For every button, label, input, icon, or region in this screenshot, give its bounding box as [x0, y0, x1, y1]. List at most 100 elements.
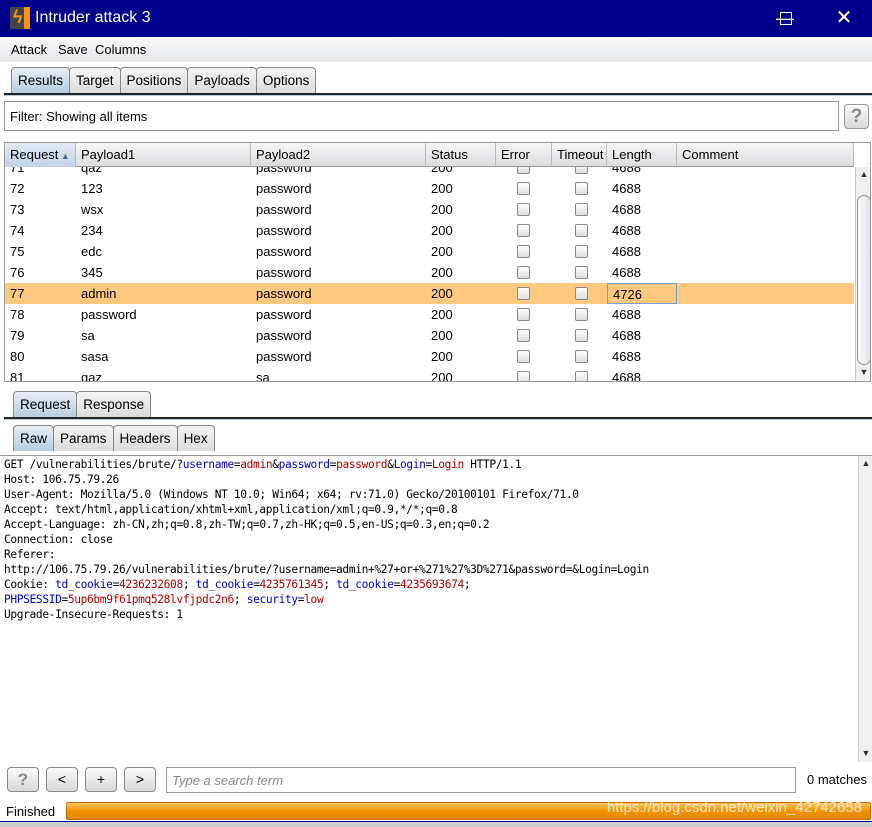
- scroll-up-icon[interactable]: ▲: [856, 169, 870, 183]
- timeout-checkbox[interactable]: [575, 266, 588, 279]
- error-checkbox[interactable]: [517, 266, 530, 279]
- table-row[interactable]: 71 qaz password 200 4688: [5, 167, 854, 178]
- cell-payload1: qaz: [81, 167, 102, 175]
- tab-request[interactable]: Request: [13, 391, 78, 417]
- param-name: td_cookie: [195, 578, 254, 591]
- table-row[interactable]: 72 123 password 200 4688: [5, 178, 854, 199]
- request-line: User-Agent: Mozilla/5.0 (Windows NT 10.0…: [4, 487, 649, 502]
- cell-payload2: password: [256, 349, 312, 364]
- error-checkbox[interactable]: [517, 182, 530, 195]
- scroll-down-icon[interactable]: ▼: [859, 748, 872, 762]
- timeout-checkbox[interactable]: [575, 329, 588, 342]
- close-button[interactable]: ✕: [824, 6, 864, 32]
- timeout-checkbox[interactable]: [575, 308, 588, 321]
- tab-positions[interactable]: Positions: [119, 67, 189, 93]
- request-text: ;: [463, 578, 471, 591]
- filter-help-button[interactable]: ?: [844, 104, 869, 129]
- table-row[interactable]: 79 sa password 200 4688: [5, 325, 854, 346]
- search-help-button[interactable]: ?: [7, 767, 39, 792]
- cell-status: 200: [431, 349, 453, 364]
- table-row[interactable]: 80 sasa password 200 4688: [5, 346, 854, 367]
- table-row[interactable]: 74 234 password 200 4688: [5, 220, 854, 241]
- cell-comment: [677, 199, 854, 220]
- timeout-checkbox[interactable]: [575, 224, 588, 237]
- timeout-checkbox[interactable]: [575, 287, 588, 300]
- table-row[interactable]: 76 345 password 200 4688: [5, 262, 854, 283]
- column-header-status[interactable]: Status: [426, 143, 496, 167]
- cell-request: 80: [10, 349, 25, 364]
- cell-payload2: password: [256, 181, 312, 196]
- maximize-button[interactable]: [780, 12, 792, 25]
- timeout-checkbox[interactable]: [575, 245, 588, 258]
- column-header-payload1[interactable]: Payload1: [76, 143, 251, 167]
- error-checkbox[interactable]: [517, 224, 530, 237]
- cell-request: 74: [10, 223, 25, 238]
- filter-bar[interactable]: Filter: Showing all items: [4, 101, 839, 131]
- tab-raw[interactable]: Raw: [13, 425, 55, 451]
- tab-response[interactable]: Response: [76, 391, 152, 417]
- tab-options[interactable]: Options: [255, 67, 317, 93]
- table-row[interactable]: 75 edc password 200 4688: [5, 241, 854, 262]
- cell-comment: [677, 367, 854, 381]
- search-previous-button[interactable]: <: [46, 767, 78, 792]
- search-add-button[interactable]: +: [85, 767, 117, 792]
- cell-length: 4688: [612, 181, 641, 196]
- cell-status: 200: [431, 202, 453, 217]
- tab-target[interactable]: Target: [69, 67, 121, 93]
- error-checkbox[interactable]: [517, 203, 530, 216]
- error-checkbox[interactable]: [517, 245, 530, 258]
- error-checkbox[interactable]: [517, 329, 530, 342]
- cell-comment: [677, 346, 854, 367]
- request-editor[interactable]: GET /vulnerabilities/brute/?username=adm…: [0, 455, 872, 763]
- request-text: http://106.75.79.26/vulnerabilities/brut…: [4, 563, 649, 576]
- tab-params[interactable]: Params: [53, 425, 114, 451]
- scroll-down-icon[interactable]: ▼: [856, 367, 870, 381]
- column-header-error[interactable]: Error: [496, 143, 552, 167]
- table-row[interactable]: 73 wsx password 200 4688: [5, 199, 854, 220]
- timeout-checkbox[interactable]: [575, 203, 588, 216]
- error-checkbox[interactable]: [517, 371, 530, 381]
- request-line: Host: 106.75.79.26: [4, 472, 649, 487]
- error-checkbox[interactable]: [517, 308, 530, 321]
- column-header-request[interactable]: Request ▲: [5, 143, 76, 167]
- timeout-checkbox[interactable]: [575, 350, 588, 363]
- editor-scrollbar[interactable]: ▲ ▼: [858, 456, 872, 762]
- menu-save[interactable]: Save: [58, 42, 88, 57]
- search-next-button[interactable]: >: [124, 767, 156, 792]
- cell-comment: [677, 304, 854, 325]
- tab-payloads[interactable]: Payloads: [187, 67, 257, 93]
- column-header-timeout[interactable]: Timeout: [552, 143, 607, 167]
- cell-payload2: password: [256, 223, 312, 238]
- timeout-checkbox[interactable]: [575, 167, 588, 174]
- watermark: https://blog.csdn.net/weixin_42742658: [606, 799, 862, 816]
- cell-length: 4688: [612, 370, 641, 381]
- request-text: Cookie:: [4, 578, 56, 591]
- column-header-length[interactable]: Length: [607, 143, 677, 167]
- error-checkbox[interactable]: [517, 350, 530, 363]
- cell-status: 200: [431, 223, 453, 238]
- cell-payload1: sa: [81, 328, 95, 343]
- table-scrollbar[interactable]: ▲ ▼: [855, 167, 870, 381]
- menu-attack[interactable]: Attack: [11, 42, 47, 57]
- error-checkbox[interactable]: [517, 167, 530, 174]
- cell-status: 200: [431, 286, 453, 301]
- request-raw-text[interactable]: GET /vulnerabilities/brute/?username=adm…: [4, 457, 649, 622]
- table-row[interactable]: 78 password password 200 4688: [5, 304, 854, 325]
- error-checkbox[interactable]: [517, 287, 530, 300]
- tab-headers[interactable]: Headers: [112, 425, 178, 451]
- match-count: 0 matches: [807, 772, 867, 787]
- menu-columns[interactable]: Columns: [95, 42, 146, 57]
- table-row[interactable]: 77 admin password 200 4726: [5, 283, 854, 304]
- tab-results[interactable]: Results: [11, 67, 71, 93]
- table-row[interactable]: 81 qaz sa 200 4688: [5, 367, 854, 381]
- column-header-comment[interactable]: Comment: [677, 143, 854, 167]
- request-text: GET /vulnerabilities/brute/?: [4, 458, 183, 471]
- timeout-checkbox[interactable]: [575, 182, 588, 195]
- search-input[interactable]: Type a search term: [166, 767, 796, 793]
- cell-payload1: wsx: [81, 202, 104, 217]
- scroll-up-icon[interactable]: ▲: [859, 458, 872, 472]
- scroll-thumb[interactable]: [857, 195, 870, 365]
- timeout-checkbox[interactable]: [575, 371, 588, 381]
- column-header-payload2[interactable]: Payload2: [251, 143, 426, 167]
- tab-hex[interactable]: Hex: [176, 425, 215, 451]
